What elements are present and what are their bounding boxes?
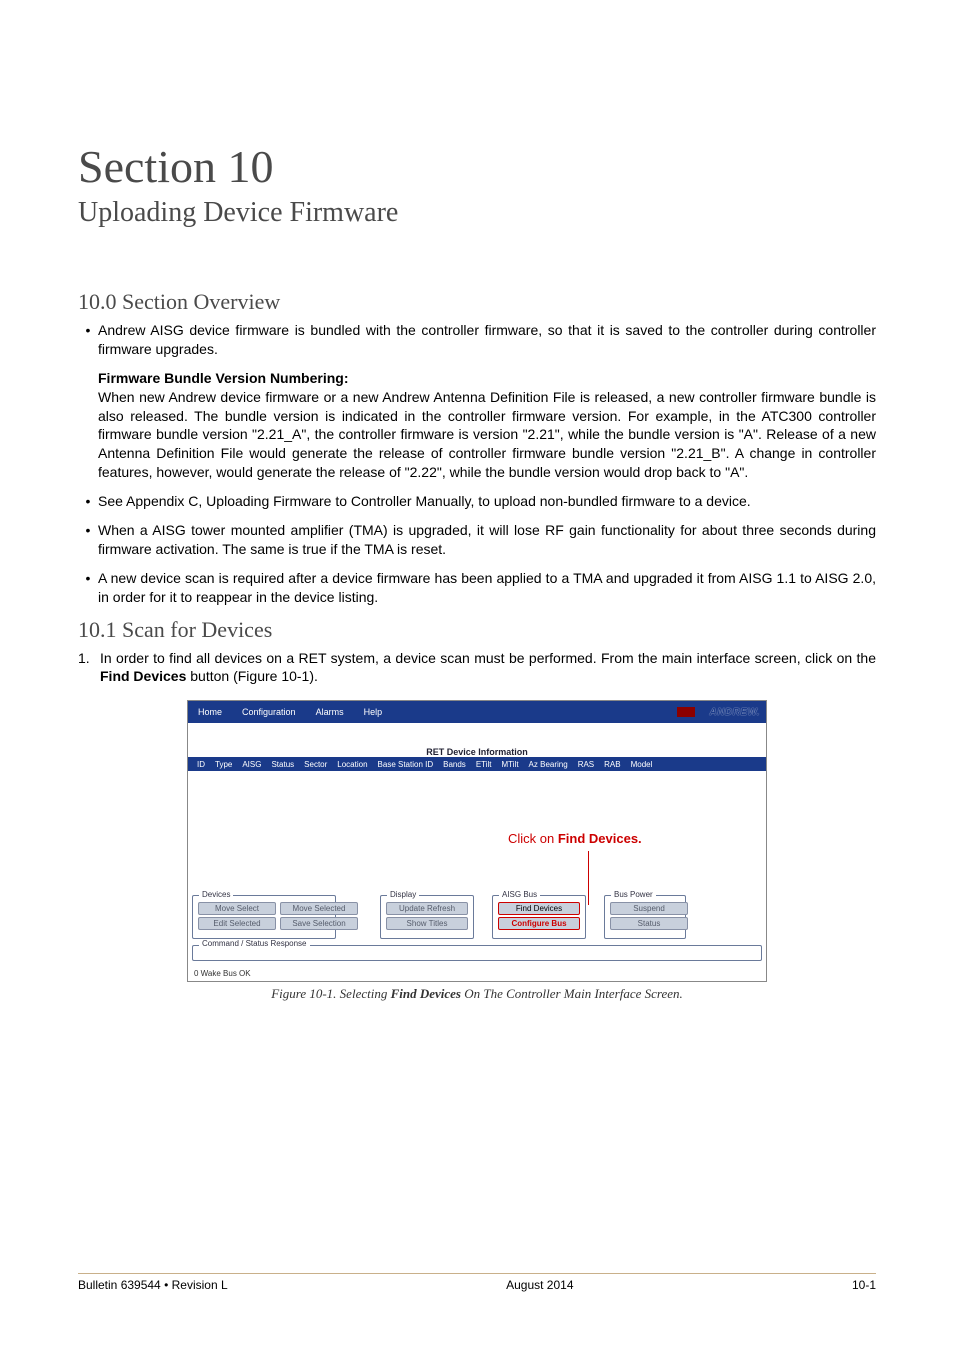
col-etilt: ETilt [471, 760, 497, 769]
col-bands: Bands [438, 760, 471, 769]
scan-step-post: button (Figure 10-1). [186, 668, 318, 684]
bullet-dot: • [78, 492, 98, 511]
suspend-button[interactable]: Suspend [610, 902, 688, 915]
col-type: Type [210, 760, 237, 769]
col-status: Status [266, 760, 299, 769]
menu-alarms[interactable]: Alarms [312, 707, 360, 717]
callout-bold: Find Devices. [558, 831, 642, 846]
overview-bullet-3: When a AISG tower mounted amplifier (TMA… [98, 521, 876, 559]
find-devices-button[interactable]: Find Devices [498, 902, 580, 915]
logo-text: ANDREW. [709, 707, 760, 718]
scan-step-pre: In order to find all devices on a RET sy… [100, 650, 876, 666]
edit-selected-button[interactable]: Edit Selected [198, 917, 276, 930]
ret-info-title: RET Device Information [188, 723, 766, 757]
display-panel: Display Update Refresh Show Titles [380, 895, 474, 939]
bullet-dot: • [78, 321, 98, 359]
col-ras: RAS [573, 760, 599, 769]
status-text: 0 Wake Bus OK [194, 969, 251, 978]
section-title: Section 10 [78, 140, 876, 193]
overview-heading: 10.0 Section Overview [78, 289, 876, 315]
caption-post: On The Controller Main Interface Screen. [461, 986, 683, 1001]
menu-help[interactable]: Help [360, 707, 399, 717]
fw-bundle-heading: Firmware Bundle Version Numbering: [98, 369, 876, 388]
page-footer: Bulletin 639544 • Revision L August 2014… [78, 1273, 876, 1292]
menu-bar: Home Configuration Alarms Help ANDREW. [188, 701, 766, 723]
update-refresh-button[interactable]: Update Refresh [386, 902, 468, 915]
overview-bullet-2: See Appendix C, Uploading Firmware to Co… [98, 492, 876, 511]
col-azbearing: Az Bearing [524, 760, 573, 769]
configure-bus-button[interactable]: Configure Bus [498, 917, 580, 930]
status-section-title: Command / Status Response [199, 939, 310, 948]
bullet-dot: • [78, 521, 98, 559]
scan-heading: 10.1 Scan for Devices [78, 617, 876, 643]
display-panel-title: Display [387, 890, 419, 899]
bus-panel-title: Bus Power [611, 890, 656, 899]
bullet-dot: • [78, 569, 98, 607]
col-location: Location [332, 760, 372, 769]
fw-bundle-body: When new Andrew device firmware or a new… [98, 388, 876, 482]
footer-right: 10-1 [852, 1278, 876, 1292]
col-mtilt: MTilt [497, 760, 524, 769]
bus-power-panel: Bus Power Suspend Status [604, 895, 686, 939]
devices-panel-title: Devices [199, 890, 233, 899]
callout-pre: Click on [508, 831, 558, 846]
overview-bullet-4: A new device scan is required after a de… [98, 569, 876, 607]
aisg-bus-panel: AISG Bus Find Devices Configure Bus [492, 895, 586, 939]
col-rab: RAB [599, 760, 625, 769]
figure-10-1: Home Configuration Alarms Help ANDREW. R… [187, 700, 767, 1002]
caption-pre: Figure 10-1. Selecting [271, 986, 390, 1001]
col-id: ID [192, 760, 210, 769]
swoosh-icon [677, 707, 707, 717]
col-aisg: AISG [237, 760, 266, 769]
status-button[interactable]: Status [610, 917, 688, 930]
aisg-panel-title: AISG Bus [499, 890, 540, 899]
scan-step-bold: Find Devices [100, 668, 186, 684]
controller-screenshot: Home Configuration Alarms Help ANDREW. R… [187, 700, 767, 982]
save-selection-button[interactable]: Save Selection [280, 917, 358, 930]
footer-left: Bulletin 639544 • Revision L [78, 1278, 228, 1292]
show-titles-button[interactable]: Show Titles [386, 917, 468, 930]
figure-caption: Figure 10-1. Selecting Find Devices On T… [187, 986, 767, 1002]
scan-step-1: In order to find all devices on a RET sy… [100, 649, 876, 687]
menu-config[interactable]: Configuration [238, 707, 312, 717]
devices-panel: Devices Move Select Edit Selected Move S… [192, 895, 336, 939]
col-model: Model [626, 760, 658, 769]
caption-bold: Find Devices [391, 986, 461, 1001]
move-select-button[interactable]: Move Select [198, 902, 276, 915]
footer-center: August 2014 [506, 1278, 573, 1292]
overview-bullet-1: Andrew AISG device firmware is bundled w… [98, 321, 876, 359]
callout-text: Click on Find Devices. [508, 831, 642, 846]
col-sector: Sector [299, 760, 332, 769]
column-headers: ID Type AISG Status Sector Location Base… [188, 757, 766, 771]
move-selected-button[interactable]: Move Selected [280, 902, 358, 915]
col-basestation: Base Station ID [373, 760, 439, 769]
andrew-logo: ANDREW. [677, 707, 760, 718]
section-subtitle: Uploading Device Firmware [78, 197, 876, 229]
step-number: 1. [78, 649, 100, 687]
command-status-response: Command / Status Response [192, 945, 762, 961]
menu-home[interactable]: Home [194, 707, 238, 717]
